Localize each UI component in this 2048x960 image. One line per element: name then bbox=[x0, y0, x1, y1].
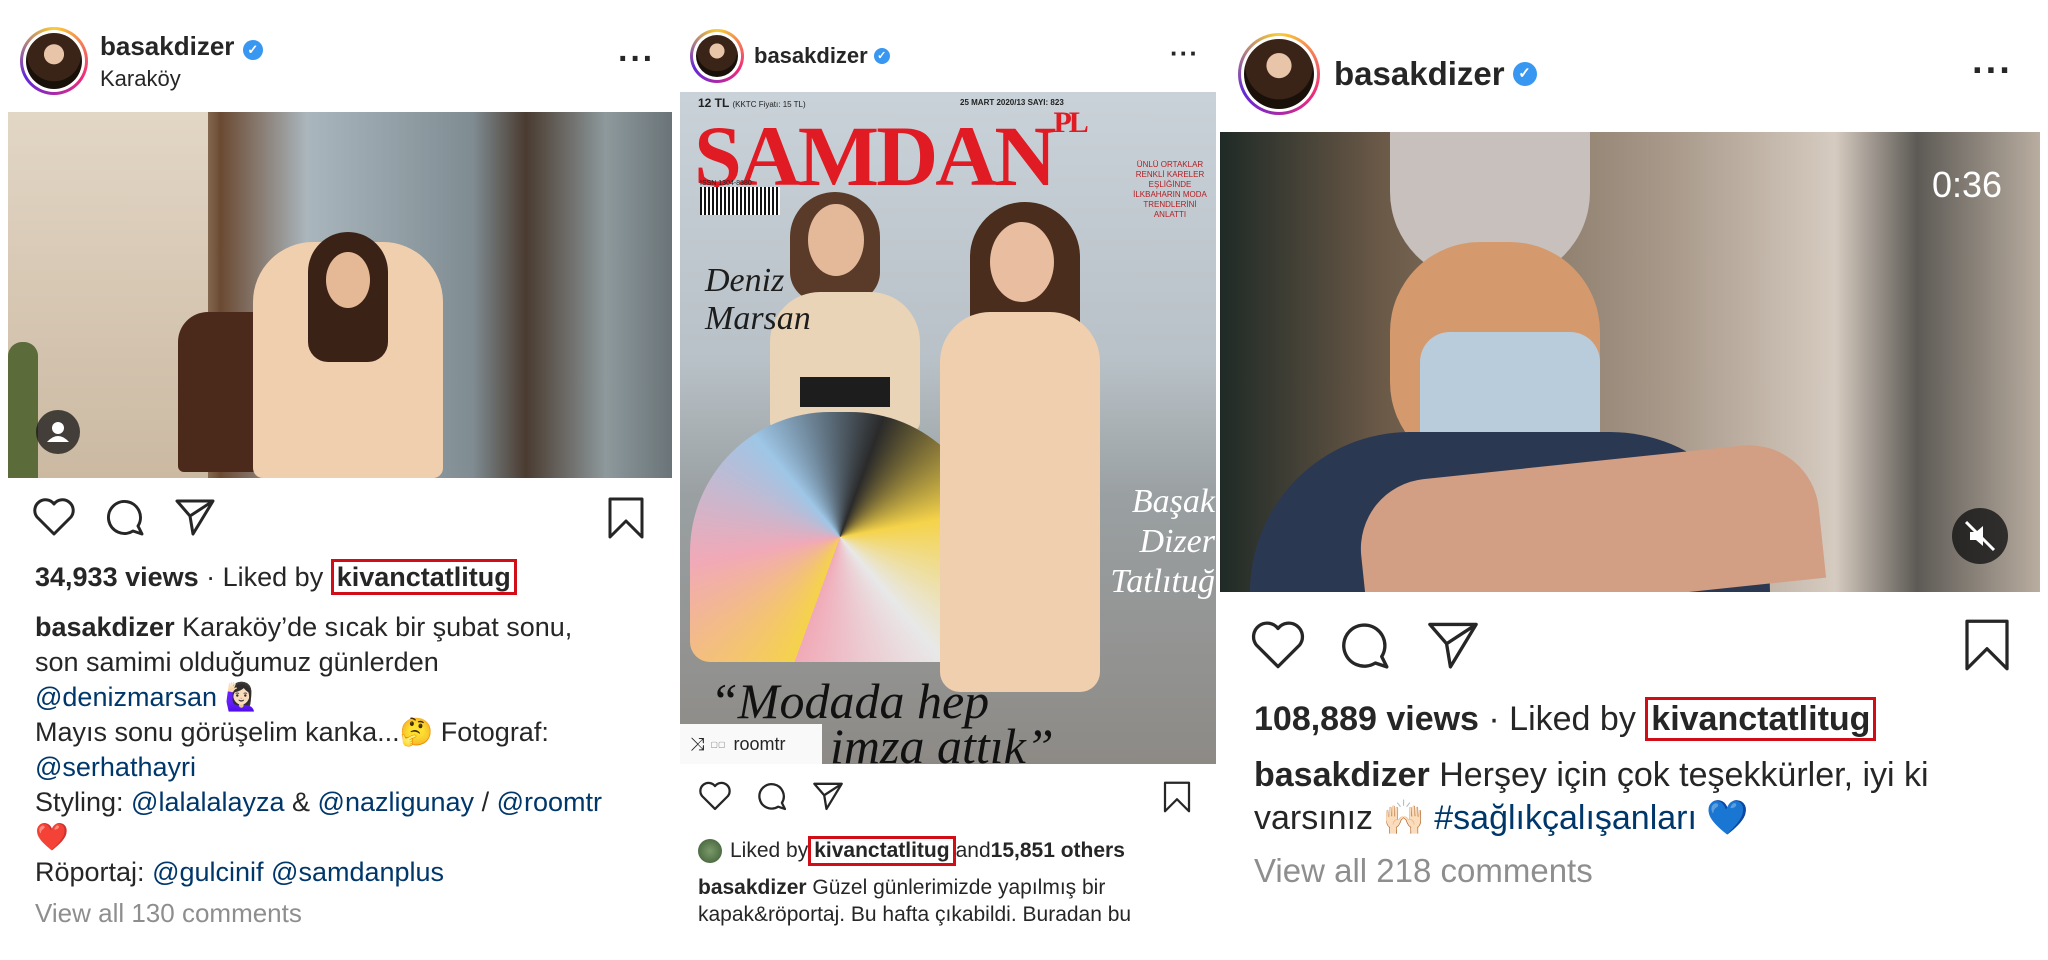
video-timestamp: 0:36 bbox=[1932, 164, 2003, 205]
stats-line: 108,889 views · Liked by kivanctatlitug bbox=[1254, 697, 1877, 741]
more-icon[interactable]: ··· bbox=[1972, 52, 2013, 90]
cover-name-left: Deniz Marsan bbox=[705, 262, 811, 337]
liker-username[interactable]: kivanctatlitug bbox=[1645, 697, 1877, 741]
caption: basakdizer Karaköy’de sıcak bir şubat so… bbox=[35, 612, 602, 887]
magazine-side-text: ÜNLÜ ORTAKLAR RENKLİ KARELER EŞLİĞİNDE İ… bbox=[1133, 160, 1207, 219]
avatar[interactable] bbox=[20, 27, 88, 95]
comment-icon[interactable] bbox=[104, 496, 146, 538]
post-header: basakdizer ✓ bbox=[1238, 32, 2048, 116]
bookmark-icon[interactable] bbox=[1962, 616, 2012, 674]
caption-line-2: kapak&röportaj. Bu hafta çıkabildi. Bura… bbox=[698, 903, 1132, 926]
view-all-comments[interactable]: View all 218 comments bbox=[1254, 852, 1593, 890]
comment-icon[interactable] bbox=[1338, 618, 1392, 672]
bookmark-icon[interactable] bbox=[1162, 780, 1192, 814]
heart-icon[interactable] bbox=[32, 496, 76, 538]
cover-quote-2: imza attık” bbox=[830, 718, 1054, 764]
verified-icon: ✓ bbox=[242, 40, 263, 61]
views-count: 108,889 views bbox=[1254, 700, 1479, 738]
more-icon[interactable]: ··· bbox=[1170, 40, 1199, 66]
avatar[interactable] bbox=[1238, 33, 1320, 115]
user-tag-icon[interactable] bbox=[36, 410, 80, 454]
comment-icon[interactable] bbox=[756, 780, 788, 812]
cover-name-right: Başak Dizer Tatlıtuğ bbox=[1110, 483, 1215, 600]
hashtag-link[interactable]: #sağlıkçalışanları bbox=[1434, 799, 1697, 837]
avatar[interactable] bbox=[690, 29, 744, 83]
stats-line: 34,933 views · Liked by kivanctatlitug bbox=[35, 559, 517, 595]
share-icon[interactable] bbox=[1426, 618, 1480, 672]
mute-icon[interactable] bbox=[1952, 508, 2008, 564]
post-3: basakdizer ✓ ··· 0:36 108,889 views · Li… bbox=[1220, 0, 2048, 960]
more-icon[interactable]: ··· bbox=[618, 42, 655, 76]
location[interactable]: Karaköy bbox=[100, 66, 263, 92]
view-all-comments[interactable]: View all 130 comments bbox=[35, 898, 302, 929]
tag-username[interactable]: roomtr bbox=[734, 734, 786, 755]
caption-line-1: basakdizer Herşey için çok teşekkürler, … bbox=[1254, 756, 1929, 794]
tag-icon: ⤨ bbox=[690, 733, 705, 754]
share-icon[interactable] bbox=[812, 780, 844, 812]
username[interactable]: basakdizer bbox=[100, 31, 234, 61]
caption-line-2: varsınız 🙌🏻 #sağlıkçalışanları 💙 bbox=[1254, 799, 1749, 837]
post-header: basakdizer ✓ Karaköy bbox=[20, 24, 680, 98]
post-1: basakdizer ✓ Karaköy ··· 34,933 views · … bbox=[0, 0, 680, 960]
liker-username[interactable]: kivanctatlitug bbox=[808, 836, 956, 866]
views-count: 34,933 views bbox=[35, 562, 199, 592]
post-header: basakdizer ✓ bbox=[690, 28, 1220, 84]
post-image[interactable] bbox=[8, 112, 672, 478]
others-count[interactable]: 15,851 others bbox=[991, 839, 1125, 863]
liker-avatar[interactable] bbox=[698, 839, 722, 863]
liker-username[interactable]: kivanctatlitug bbox=[330, 559, 517, 595]
liked-by-line: Liked by kivanctatlitug and 15,851 other… bbox=[698, 836, 1125, 866]
verified-icon: ✓ bbox=[873, 48, 890, 64]
tag-logo: ▢▢ bbox=[710, 739, 726, 749]
username[interactable]: basakdizer bbox=[1334, 55, 1505, 93]
heart-icon[interactable] bbox=[1250, 618, 1306, 672]
tag-chip[interactable]: ⤨ ▢▢ roomtr bbox=[680, 724, 822, 764]
verified-icon: ✓ bbox=[1512, 62, 1537, 86]
heart-icon[interactable] bbox=[698, 780, 732, 812]
video-player[interactable]: 0:36 bbox=[1220, 132, 2040, 592]
share-icon[interactable] bbox=[174, 496, 216, 538]
bookmark-icon[interactable] bbox=[606, 496, 646, 540]
post-2: basakdizer ✓ ··· 12 TL (KKTC Fiyatı: 15 … bbox=[680, 0, 1220, 960]
username[interactable]: basakdizer bbox=[754, 43, 868, 69]
post-image[interactable]: 12 TL (KKTC Fiyatı: 15 TL) 25 MART 2020/… bbox=[680, 92, 1216, 764]
caption-line-1: basakdizer Güzel günlerimizde yapılmış b… bbox=[698, 876, 1106, 899]
